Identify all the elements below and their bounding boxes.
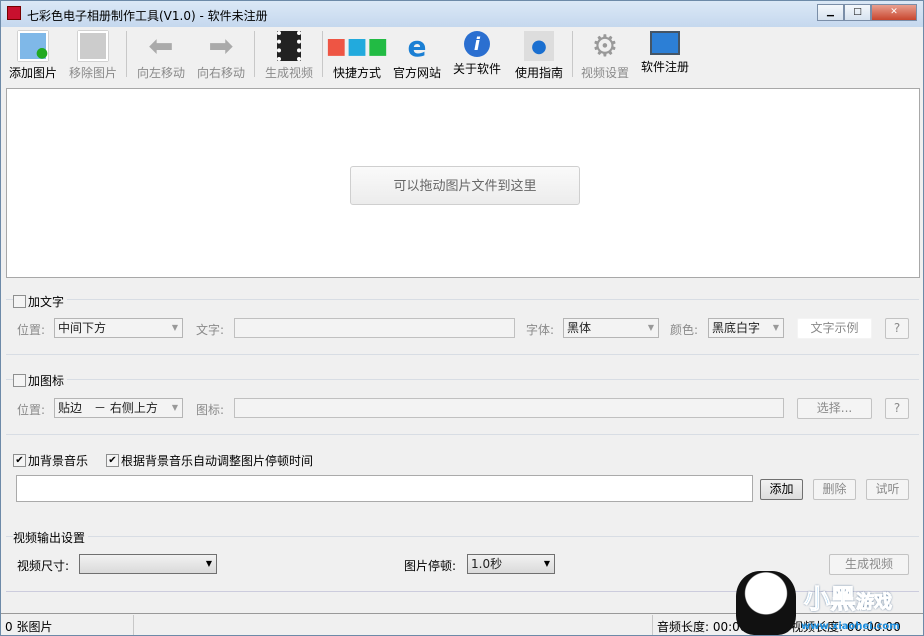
- arrow-right-icon: ➡: [208, 28, 234, 64]
- text-input[interactable]: [234, 318, 515, 338]
- watermark-logo: 小黑游戏 www.xiaohei.com: [736, 571, 921, 635]
- label: 向右移动: [196, 66, 245, 80]
- label: 文字:: [196, 323, 225, 337]
- text-sample-button[interactable]: 文字示例: [797, 318, 872, 339]
- auto-adjust-toggle[interactable]: ✔ 根据背景音乐自动调整图片停顿时间: [106, 452, 317, 469]
- label: 使用指南: [514, 66, 563, 80]
- label: 添加图片: [8, 66, 57, 80]
- label: 快捷方式: [332, 66, 381, 80]
- label: 字体:: [526, 323, 555, 337]
- listen-music-button[interactable]: 试听: [866, 479, 909, 500]
- close-button[interactable]: ✕: [871, 4, 917, 21]
- choose-icon-button[interactable]: 选择...: [797, 398, 872, 419]
- video-size-select[interactable]: ▼: [79, 554, 217, 574]
- toolbar: ● 添加图片 移除图片 ⬅ 向左移动 ➡ 向右移动 生成视频 ■ ■ ■ 快捷方式 e 官方网…: [1, 27, 923, 85]
- icon-help-button[interactable]: ?: [885, 398, 909, 419]
- label: 根据背景音乐自动调整图片停顿时间: [121, 454, 314, 468]
- label: 视频尺寸:: [17, 559, 70, 573]
- website-button[interactable]: e 官方网站: [389, 29, 445, 81]
- chevron-down-icon: ▼: [205, 559, 212, 568]
- image-count: 0 张图片: [5, 620, 53, 634]
- panda-icon: [736, 571, 796, 635]
- value: 贴边 － 右侧上方: [58, 401, 158, 415]
- label: 向左移动: [136, 66, 185, 80]
- icon-group-toggle[interactable]: 加图标: [13, 372, 68, 389]
- add-image-icon: ●: [18, 31, 48, 61]
- chevron-down-icon: ▼: [647, 323, 654, 332]
- text-group-toggle[interactable]: 加文字: [13, 293, 68, 310]
- label: 生成视频: [264, 66, 313, 80]
- drop-hint: 可以拖动图片文件到这里: [350, 166, 580, 205]
- chevron-down-icon: ▼: [543, 559, 550, 568]
- label: 官方网站: [392, 66, 441, 80]
- move-left-button[interactable]: ⬅ 向左移动: [133, 29, 189, 81]
- font-select[interactable]: 黑体 ▼: [563, 318, 659, 338]
- icon-path-input[interactable]: [234, 398, 784, 418]
- register-button[interactable]: 软件注册: [637, 29, 693, 81]
- gear-icon: ⚙: [591, 28, 619, 64]
- label: 图标:: [196, 403, 225, 417]
- chevron-down-icon: ▼: [772, 323, 779, 332]
- delete-music-button[interactable]: 删除: [813, 479, 856, 500]
- label: 移除图片: [68, 66, 117, 80]
- value: 1.0秒: [471, 557, 503, 571]
- monitor-icon: [650, 31, 680, 55]
- remove-image-icon: [78, 31, 108, 61]
- add-music-checkbox[interactable]: ✔: [13, 454, 26, 467]
- app-window: 七彩色电子相册制作工具(V1.0) - 软件未注册 ▁ □ ✕ ● 添加图片 移除…: [0, 0, 924, 636]
- chevron-down-icon: ▼: [171, 403, 178, 412]
- ie-icon: e: [407, 29, 427, 63]
- label: 颜色:: [670, 323, 699, 337]
- add-image-button[interactable]: ● 添加图片: [5, 29, 61, 81]
- music-file-input[interactable]: [16, 475, 753, 502]
- label: 图片停顿:: [404, 559, 457, 573]
- minimize-button[interactable]: ▁: [817, 4, 844, 21]
- video-settings-button[interactable]: ⚙ 视频设置: [577, 29, 633, 81]
- value: 黑底白字: [712, 321, 761, 335]
- label: 加文字: [28, 295, 65, 309]
- title-bar: 七彩色电子相册制作工具(V1.0) - 软件未注册 ▁ □ ✕: [1, 1, 923, 27]
- chevron-down-icon: ▼: [171, 323, 178, 332]
- arrow-left-icon: ⬅: [148, 28, 174, 64]
- add-music-button[interactable]: 添加: [760, 479, 803, 500]
- maximize-button[interactable]: □: [844, 4, 871, 21]
- text-position-select[interactable]: 中间下方 ▼: [54, 318, 183, 338]
- shortcut-button[interactable]: ■ ■ ■ 快捷方式: [325, 29, 389, 81]
- image-drop-area[interactable]: 可以拖动图片文件到这里: [6, 88, 920, 278]
- pause-duration-select[interactable]: 1.0秒 ▼: [467, 554, 555, 574]
- output-group-title: 视频输出设置: [13, 529, 89, 546]
- icon-position-select[interactable]: 贴边 － 右侧上方 ▼: [54, 398, 183, 418]
- label: 位置:: [17, 323, 46, 337]
- remove-image-button[interactable]: 移除图片: [65, 29, 121, 81]
- value: 黑体: [567, 321, 592, 335]
- generate-video-toolbar-button[interactable]: 生成视频: [261, 29, 317, 81]
- label: 加图标: [28, 374, 65, 388]
- label: 软件注册: [640, 60, 689, 74]
- value: 中间下方: [58, 321, 107, 335]
- http-globe-icon: ●: [524, 31, 554, 61]
- text-help-button[interactable]: ?: [885, 318, 909, 339]
- color-select[interactable]: 黑底白字 ▼: [708, 318, 784, 338]
- cubes-icon: ■ ■ ■: [325, 33, 389, 59]
- label: 加背景音乐: [28, 454, 89, 468]
- label: 视频设置: [580, 66, 629, 80]
- music-toggle[interactable]: ✔ 加背景音乐: [13, 452, 92, 469]
- move-right-button[interactable]: ➡ 向右移动: [193, 29, 249, 81]
- auto-adjust-checkbox[interactable]: ✔: [106, 454, 119, 467]
- film-icon: [277, 31, 301, 61]
- about-button[interactable]: i 关于软件: [449, 29, 505, 81]
- app-icon: [7, 6, 21, 20]
- info-icon: i: [464, 31, 490, 57]
- label: 关于软件: [452, 62, 501, 76]
- label: 位置:: [17, 403, 46, 417]
- add-icon-checkbox[interactable]: [13, 374, 26, 387]
- add-text-checkbox[interactable]: [13, 295, 26, 308]
- window-title: 七彩色电子相册制作工具(V1.0) - 软件未注册: [27, 9, 268, 23]
- guide-button[interactable]: ● 使用指南: [509, 29, 569, 81]
